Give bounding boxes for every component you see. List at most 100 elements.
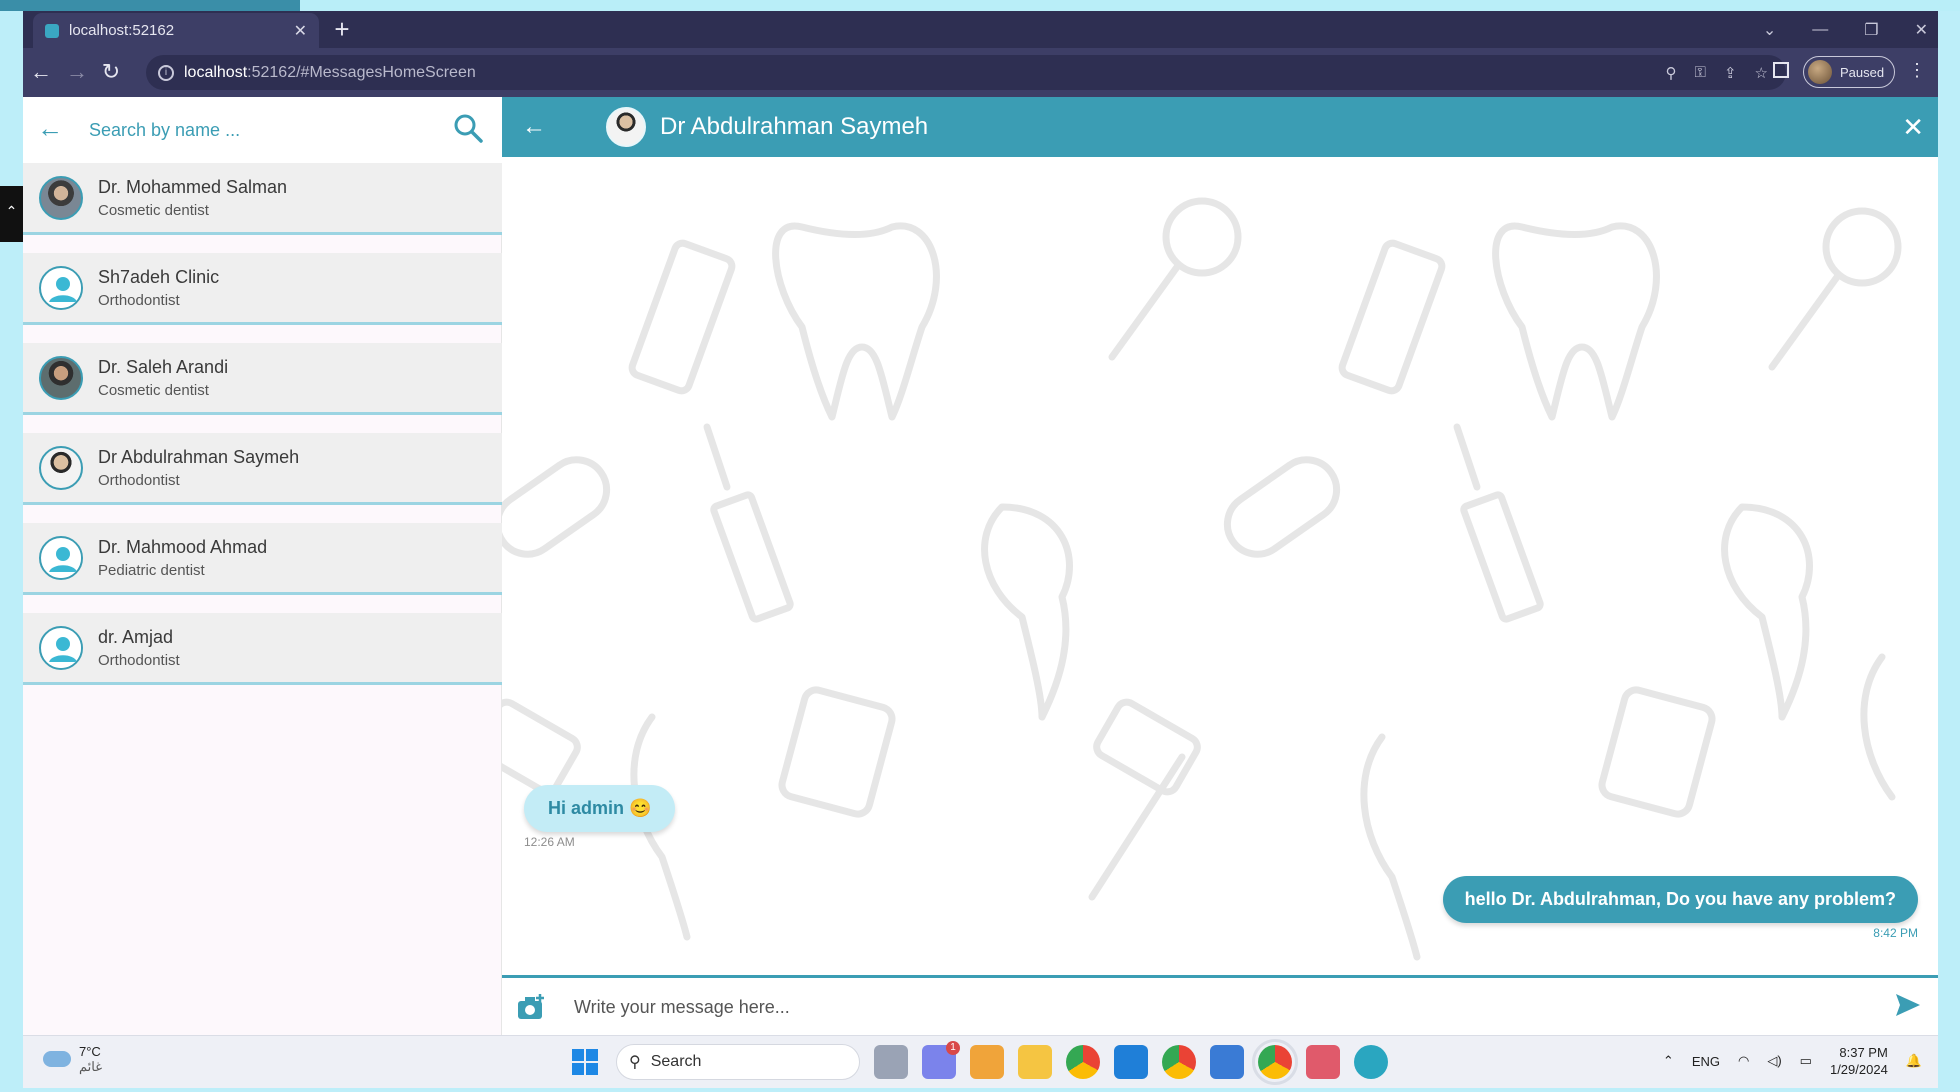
user-icon [39, 535, 83, 580]
location-icon[interactable]: ⚲ [1666, 64, 1677, 82]
contact-name: dr. Amjad [98, 626, 174, 647]
tab-title: localhost:52162 [69, 22, 175, 39]
omnibox-tools: ⚲ ⚿ ⇪ ☆ [1666, 64, 1786, 82]
tab-favicon-icon [45, 23, 59, 38]
add-photo-camera-icon[interactable] [516, 993, 546, 1021]
send-icon[interactable] [1894, 992, 1922, 1018]
weather-text: 7°C غائم [79, 1044, 102, 1074]
incoming-message-bubble: Hi admin 😊 [524, 785, 676, 832]
contact-name: Dr. Mahmood Ahmad [98, 536, 268, 557]
windows-start-icon[interactable] [568, 1045, 602, 1079]
browser-toolbar: ← → ↻ i localhost :52162/#MessagesHomeSc… [23, 48, 1938, 97]
contact-text: dr. Amjad Orthodontist [98, 627, 180, 669]
chat-panel: ← Dr Abdulrahman Saymeh ✕ Hi admin 😊 12:… [502, 97, 1938, 1035]
contact-text: Dr. Mahmood Ahmad Pediatric dentist [98, 537, 267, 579]
language-indicator[interactable]: ENG [1692, 1054, 1720, 1069]
contact-avatar [39, 355, 83, 400]
contact-item[interactable]: Dr. Saleh Arandi Cosmetic dentist [23, 343, 502, 415]
contact-text: Dr. Mohammed Salman Cosmetic dentist [98, 177, 287, 219]
taskbar-search-label: Search [650, 1053, 702, 1070]
browser-back-icon[interactable]: ← [27, 58, 55, 86]
snipping-tool-icon[interactable] [1306, 1045, 1340, 1079]
browser-forward-icon[interactable]: → [63, 58, 91, 86]
contact-item[interactable]: Dr Abdulrahman Saymeh Orthodontist [23, 433, 502, 505]
user-icon [39, 625, 83, 670]
share-icon[interactable]: ⇪ [1724, 64, 1737, 82]
app-icon[interactable] [1354, 1045, 1388, 1079]
profile-status: Paused [1840, 64, 1885, 80]
reload-icon[interactable]: ↻ [97, 58, 125, 86]
address-bar[interactable]: i localhost :52162/#MessagesHomeScreen ⚲… [146, 55, 1786, 90]
contact-item[interactable]: Dr. Mohammed Salman Cosmetic dentist [23, 163, 502, 235]
side-panel-icon[interactable] [1773, 62, 1789, 78]
key-icon[interactable]: ⚿ [1695, 64, 1706, 82]
message-input[interactable] [574, 990, 1854, 1024]
contact-specialty: Orthodontist [98, 291, 180, 309]
battery-icon[interactable]: ▭ [1800, 1053, 1812, 1069]
chat-back-arrow-icon[interactable]: ← [522, 113, 562, 141]
window-close-icon[interactable]: ✕ [1915, 20, 1928, 40]
minimize-icon[interactable]: — [1812, 21, 1828, 39]
microsoft-store-icon[interactable] [970, 1045, 1004, 1079]
contact-item[interactable]: Sh7adeh Clinic Orthodontist [23, 253, 502, 325]
chrome-icon[interactable] [1162, 1045, 1196, 1079]
teams-chat-icon[interactable]: 1 [922, 1041, 960, 1079]
contact-specialty: Orthodontist [98, 651, 180, 669]
top-background-strip-dark [0, 0, 300, 11]
tray-chevron-up-icon[interactable]: ⌃ [1663, 1053, 1674, 1069]
browser-menu-icon[interactable]: ⋮ [1908, 60, 1926, 81]
screen: localhost:52162 ✕ + ⌄ — ❐ ✕ ← → ↻ i loca… [23, 11, 1938, 1088]
contact-specialty: Cosmetic dentist [98, 381, 209, 399]
clock-time: 8:37 PM [1839, 1045, 1888, 1060]
profile-avatar [1808, 60, 1832, 84]
taskbar-search-icon: ⚲ [629, 1054, 641, 1071]
file-explorer-icon[interactable] [1018, 1045, 1052, 1079]
back-arrow-icon[interactable]: ← [37, 113, 63, 144]
contact-specialty: Orthodontist [98, 471, 180, 489]
contact-name: Dr. Saleh Arandi [98, 356, 229, 377]
notifications-icon[interactable]: 🔔 [1906, 1053, 1922, 1069]
user-icon [39, 265, 83, 310]
contact-avatar [39, 445, 83, 490]
url-path: :52162/#MessagesHomeScreen [247, 63, 476, 81]
contact-name: Sh7adeh Clinic [98, 266, 220, 287]
bookmark-star-icon[interactable]: ☆ [1755, 64, 1768, 82]
top-background-strip [0, 0, 1960, 11]
site-info-icon[interactable]: i [158, 64, 174, 81]
notification-badge: 1 [946, 1041, 960, 1055]
chrome-active-icon[interactable] [1252, 1039, 1298, 1085]
clock[interactable]: 8:37 PM 1/29/2024 [1830, 1044, 1888, 1078]
contact-text: Dr Abdulrahman Saymeh Orthodontist [98, 447, 299, 489]
chat-close-icon[interactable]: ✕ [1902, 112, 1924, 143]
contact-avatar [39, 175, 83, 220]
contact-item[interactable]: dr. Amjad Orthodontist [23, 613, 502, 685]
restore-icon[interactable]: ❐ [1864, 20, 1878, 40]
contact-text: Dr. Saleh Arandi Cosmetic dentist [98, 357, 228, 399]
search-icon[interactable] [453, 113, 483, 143]
outgoing-message-bubble: hello Dr. Abdulrahman, Do you have any p… [1442, 876, 1918, 923]
side-handle-chevron-up-icon[interactable]: ⌃ [0, 186, 23, 242]
browser-tab[interactable]: localhost:52162 ✕ [33, 13, 319, 48]
taskbar-search[interactable]: ⚲ Search [616, 1044, 860, 1080]
chat-header-avatar [606, 107, 646, 147]
new-tab-icon[interactable]: + [327, 15, 357, 45]
contacts-panel: ← Dr. Mohammed Salman Cosmetic dentist [23, 97, 502, 1035]
tab-search-chevron-icon[interactable]: ⌄ [1763, 20, 1776, 40]
profile-button[interactable]: Paused [1803, 56, 1895, 88]
browser-tab-bar: localhost:52162 ✕ + ⌄ — ❐ ✕ [23, 11, 1938, 48]
search-input[interactable] [89, 113, 429, 147]
contact-name: Dr Abdulrahman Saymeh [98, 446, 300, 467]
weather-temp: 7°C [79, 1044, 101, 1059]
volume-icon[interactable]: ◁) [1767, 1053, 1781, 1069]
tab-close-icon[interactable]: ✕ [294, 21, 307, 41]
clock-date: 1/29/2024 [1829, 1062, 1888, 1077]
contact-item[interactable]: Dr. Mahmood Ahmad Pediatric dentist [23, 523, 502, 595]
outgoing-message-time: 8:42 PM [1873, 926, 1918, 940]
android-studio-icon[interactable] [1210, 1045, 1244, 1079]
wifi-icon[interactable]: ◠ [1738, 1053, 1749, 1069]
chrome-icon[interactable] [1066, 1045, 1100, 1079]
cloud-icon [43, 1051, 71, 1067]
task-view-icon[interactable] [874, 1045, 908, 1079]
vscode-icon[interactable] [1114, 1045, 1148, 1079]
weather-widget[interactable]: 7°C غائم [43, 1044, 102, 1074]
